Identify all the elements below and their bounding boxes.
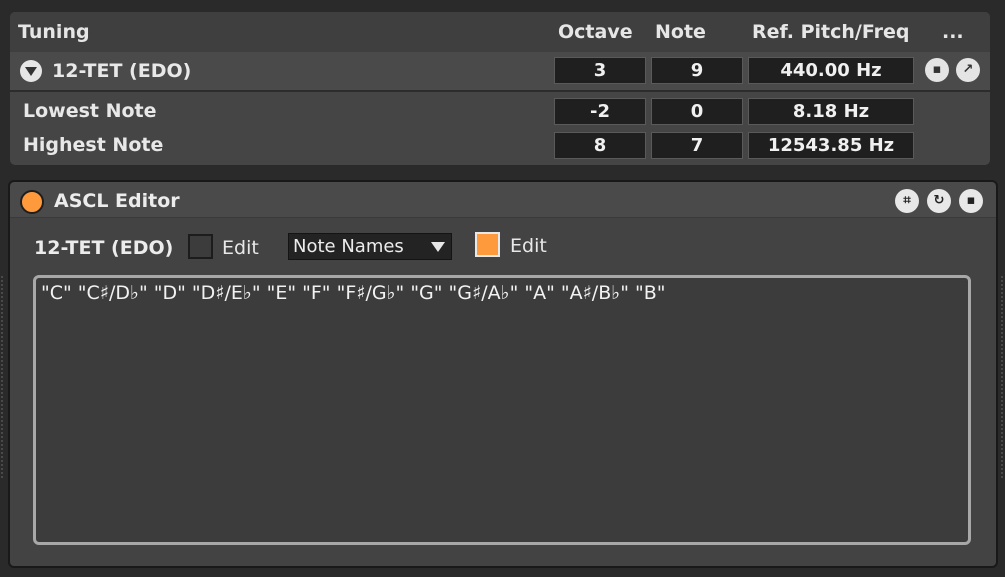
refresh-icon[interactable]: ↻	[927, 189, 951, 213]
current-tuning-row: 12-TET (EDO) 3 9 440.00 Hz ▪ ↗	[10, 52, 990, 90]
edit-notes-label: Edit	[510, 235, 547, 257]
collapse-icon[interactable]	[20, 60, 42, 82]
note-field[interactable]: 9	[651, 57, 743, 84]
save-icon[interactable]: ▪	[925, 58, 949, 82]
octave-field[interactable]: 3	[554, 57, 646, 84]
tuning-name: 12-TET (EDO)	[52, 60, 192, 82]
lowest-octave-field[interactable]: -2	[554, 98, 646, 125]
hotswap-icon[interactable]: ⌗	[895, 189, 919, 213]
ascl-tuning-name: 12-TET (EDO)	[34, 237, 174, 259]
edit-notes-checkbox[interactable]	[475, 232, 500, 257]
ascl-editor: ASCL Editor ⌗ ↻ ▪ 12-TET (EDO) Edit Note…	[8, 180, 998, 568]
ascl-header: ASCL Editor ⌗ ↻ ▪	[10, 182, 996, 218]
dropdown-value: Note Names	[293, 236, 404, 257]
note-names-textarea[interactable]: "C" "C♯/D♭" "D" "D♯/E♭" "E" "F" "F♯/G♭" …	[33, 275, 971, 545]
octave-header: Octave	[558, 21, 633, 43]
note-names-dropdown[interactable]: Note Names	[288, 233, 452, 260]
right-grip	[1000, 275, 1004, 480]
tuning-panel: Tuning Octave Note Ref. Pitch/Freq ... 1…	[10, 12, 990, 165]
lowest-note-field[interactable]: 0	[651, 98, 743, 125]
tuning-title: Tuning	[18, 21, 90, 43]
app-root: Tuning Octave Note Ref. Pitch/Freq ... 1…	[0, 0, 1005, 577]
device-on-toggle[interactable]	[20, 190, 44, 214]
tuning-header: Tuning Octave Note Ref. Pitch/Freq ...	[10, 12, 990, 52]
highest-octave-field[interactable]: 8	[554, 132, 646, 159]
save-preset-icon[interactable]: ▪	[959, 189, 983, 213]
more-menu-button[interactable]: ...	[942, 21, 964, 43]
ref-freq-field[interactable]: 440.00 Hz	[748, 57, 914, 84]
ref-pitch-header: Ref. Pitch/Freq	[752, 21, 910, 43]
edit-name-label: Edit	[222, 237, 259, 259]
chevron-down-icon	[431, 242, 445, 252]
highest-note-label: Highest Note	[23, 134, 164, 156]
highest-freq-field: 12543.85 Hz	[748, 132, 914, 159]
note-header: Note	[655, 21, 706, 43]
left-grip	[0, 275, 4, 480]
divider	[10, 90, 990, 92]
highest-note-field[interactable]: 7	[651, 132, 743, 159]
edit-name-checkbox[interactable]	[188, 234, 213, 259]
ascl-title: ASCL Editor	[54, 190, 180, 212]
lowest-note-label: Lowest Note	[23, 100, 157, 122]
lowest-freq-field: 8.18 Hz	[748, 98, 914, 125]
export-icon[interactable]: ↗	[956, 58, 980, 82]
